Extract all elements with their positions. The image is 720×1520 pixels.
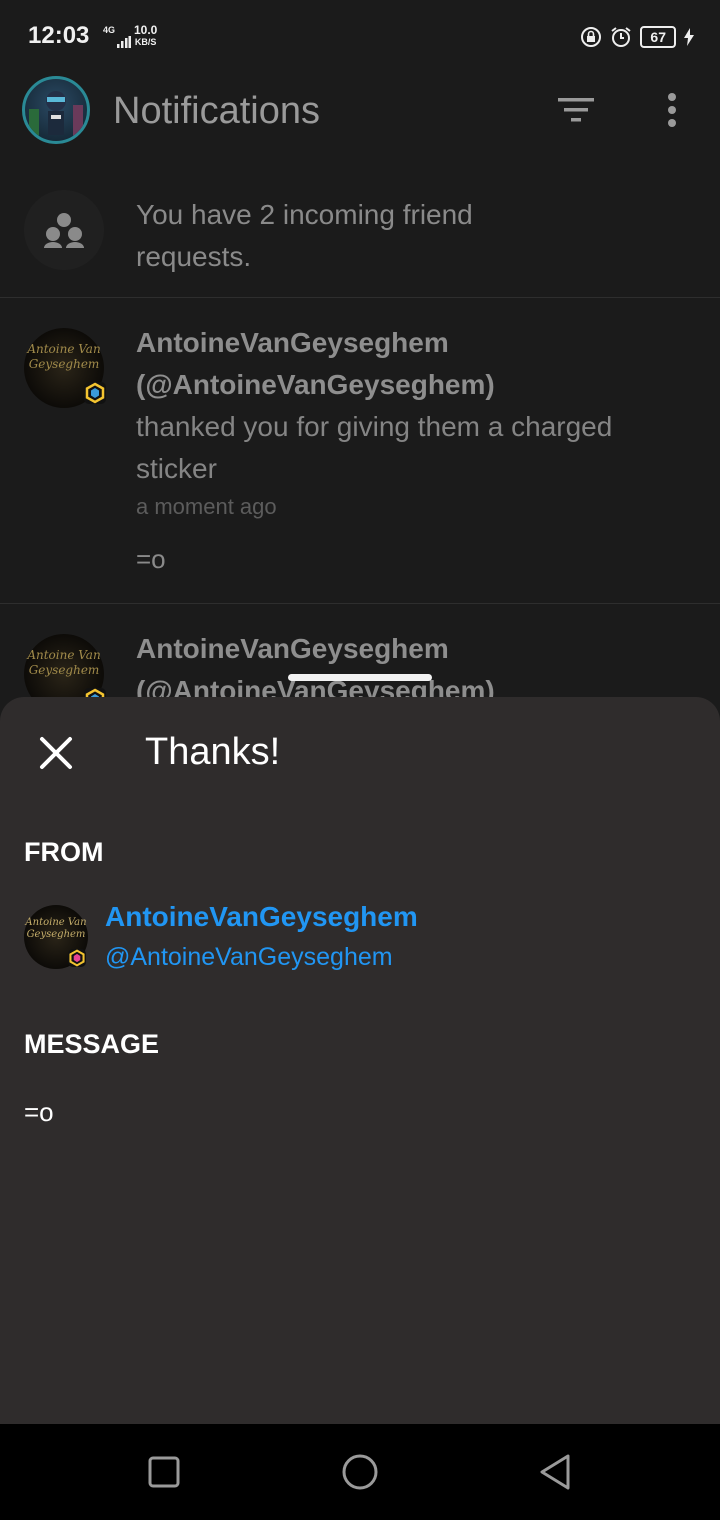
charged-badge-icon: [68, 949, 86, 967]
network-type: 4G: [103, 25, 116, 35]
from-label: FROM: [24, 837, 104, 867]
avatar-image: [29, 91, 83, 139]
thanks-message: =o: [24, 1097, 54, 1127]
status-time: 12:03: [28, 22, 90, 49]
notification-friend-requests[interactable]: You have 2 incoming friend requests.: [0, 172, 720, 298]
user-avatar[interactable]: Antoine Van Geyseghem: [24, 328, 106, 408]
sender-handle[interactable]: @AntoineVanGeyseghem: [105, 943, 393, 972]
speed-unit: KB/S: [134, 37, 157, 47]
speed-value: 10.0: [134, 23, 158, 37]
notification-user-name: AntoineVanGeyseghem: [136, 633, 449, 664]
system-nav-bar: [0, 1424, 720, 1520]
status-icons: 67: [580, 26, 694, 48]
page-title: Notifications: [113, 90, 320, 132]
charging-icon: [684, 28, 694, 46]
notification-body: thanked you for giving them a charged st…: [136, 411, 613, 484]
sheet-drag-handle[interactable]: [288, 674, 432, 681]
alarm-icon: [611, 27, 632, 47]
notification-user-handle: (@AntoineVanGeyseghem): [136, 369, 495, 400]
charged-badge-icon: [84, 382, 106, 404]
friend-requests-text: You have 2 incoming friend requests.: [136, 199, 473, 272]
more-vertical-icon[interactable]: [662, 92, 682, 132]
signal-icon: [117, 36, 131, 48]
group-icon: [44, 213, 84, 248]
recent-apps-icon[interactable]: [144, 1452, 184, 1492]
avatar-text: Antoine Van Geyseghem: [27, 648, 101, 677]
filter-icon[interactable]: [556, 96, 596, 126]
message-label: MESSAGE: [24, 1029, 160, 1059]
avatar-text: Antoine Van Geyseghem: [27, 342, 101, 371]
thanks-bottom-sheet: Thanks! FROM Antoine Van Geyseghem Antoi…: [0, 697, 720, 1424]
profile-avatar[interactable]: [22, 76, 90, 144]
rotation-lock-icon: [581, 27, 602, 47]
app-header: Notifications: [0, 72, 720, 158]
home-icon[interactable]: [340, 1452, 380, 1492]
status-bar: 12:03 4G 10.0 KB/S 67: [0, 0, 720, 72]
battery-indicator: 67: [640, 26, 676, 48]
friend-requests-icon-wrap: [24, 190, 104, 270]
avatar-text: Antoine Van Geyseghem: [25, 917, 87, 940]
notification-message: =o: [136, 544, 166, 574]
notification-user-name: AntoineVanGeyseghem: [136, 327, 449, 358]
sender-avatar[interactable]: Antoine Van Geyseghem: [24, 905, 88, 969]
notification-time: a moment ago: [136, 494, 277, 519]
network-speed: 10.0 KB/S: [134, 24, 157, 48]
sheet-title: Thanks!: [145, 731, 281, 773]
notification-thanks[interactable]: Antoine Van Geyseghem AntoineVanGeyseghe…: [0, 298, 720, 604]
sender-name[interactable]: AntoineVanGeyseghem: [105, 901, 418, 933]
battery-level: 67: [650, 29, 666, 45]
close-icon[interactable]: [38, 735, 74, 771]
back-icon[interactable]: [536, 1452, 576, 1492]
